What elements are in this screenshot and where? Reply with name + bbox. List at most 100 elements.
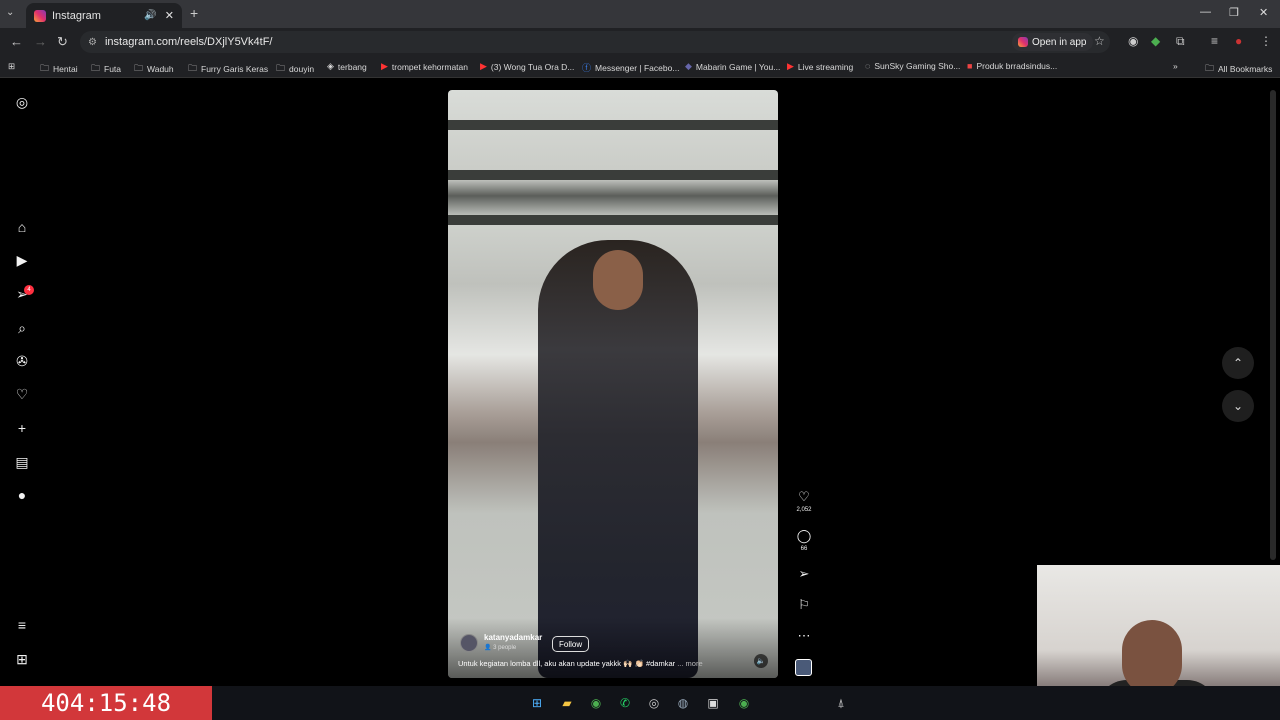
comment-button[interactable]: ◯ 66 [794,528,814,552]
bookmark-item[interactable]: 🗀 douyin [276,61,314,77]
bookmarks-bar: ⊞ 🗀 Hentai 🗀 Futa 🗀 Waduh 🗀 Furry Garis Kera… [0,56,1280,78]
bookmark-item[interactable]: ⓕ Messenger | Facebo... [582,61,679,74]
folder-icon: 🗀 [91,63,101,73]
create-plus-icon[interactable]: + [12,418,32,438]
forward-icon[interactable]: → [34,34,47,49]
bookmark-label: Hentai [53,64,78,74]
reel-video[interactable]: katanyadamkar 👤 3 people Follow Untuk ke… [448,90,778,678]
tray-icon[interactable]: ⍋ [832,694,850,712]
comment-count: 66 [800,546,808,552]
bookmark-item[interactable]: ▶ trompet kehormatan [381,61,468,72]
tab-instagram[interactable]: Instagram 🔊 ✕ [26,3,182,28]
menu-kebab-icon[interactable]: ⋮ [1260,34,1272,48]
folder-icon: 🗀 [134,63,144,73]
close-tab-icon[interactable]: ✕ [165,9,174,22]
chrome-icon[interactable]: ◉ [587,694,605,712]
dashboard-icon[interactable]: ▤ [12,452,32,472]
video-subject [538,240,698,678]
minimize-icon[interactable]: — [1200,6,1211,18]
next-reel-button[interactable]: ⌄ [1222,390,1254,422]
folder-icon: 🗀 [40,63,50,73]
folder-icon: 🗀 [276,63,286,73]
bookmark-label: terbang [337,61,367,72]
bookmark-item[interactable]: ■ Produk brradsindus... [967,61,1057,71]
tagged-people-label: 3 people [493,645,517,651]
profile-avatar-icon[interactable]: ● [12,485,32,505]
bookmark-item[interactable]: ◌ SunSky Gaming Sho... [865,61,960,71]
youtube-icon: ▶ [381,61,388,71]
home-icon[interactable]: ⌂ [12,217,32,237]
caption-more[interactable]: ... more [677,659,702,668]
extension-icon-2[interactable]: ◆ [1151,34,1160,48]
reel-caption[interactable]: Untuk kegiatan lomba dll, aku akan updat… [458,659,703,668]
restore-icon[interactable]: ❐ [1229,6,1239,19]
search-icon[interactable]: ⌕ [12,318,32,338]
bookmark-label: SunSky Gaming Sho... [874,61,961,71]
open-in-app-label: Open in app [1032,36,1087,48]
reload-icon[interactable]: ↻ [57,34,68,50]
bookmark-item[interactable]: ◈ terbang [327,61,367,72]
site-info-icon[interactable]: ⚙ [88,37,97,48]
save-button[interactable]: ⚐ [794,597,814,613]
shop-icon: ■ [967,61,973,71]
bookmark-item[interactable]: 🗀 Waduh [134,61,174,77]
author-avatar[interactable] [460,634,478,652]
whatsapp-icon[interactable]: ✆ [616,694,634,712]
profile-avatar[interactable]: ● [1235,34,1242,48]
windows-start-icon[interactable]: ⊞ [528,694,546,712]
instagram-icon [1018,37,1028,47]
bookmark-item[interactable]: 🗀 Futa [91,61,121,77]
like-button[interactable]: ♡ 2,052 [794,489,814,513]
author-username[interactable]: katanyadamkar [484,633,542,642]
steam-icon[interactable]: ◍ [674,694,692,712]
folder-icon: 🗀 [1205,63,1215,73]
bookmark-item[interactable]: ▶ Live streaming [787,61,853,72]
audio-thumbnail[interactable] [795,659,812,676]
apps-grid-icon[interactable]: ⊞ [8,61,15,72]
follow-button[interactable]: Follow [552,636,590,652]
obs-icon[interactable]: ◎ [645,694,663,712]
file-explorer-icon[interactable]: ▰ [558,694,576,712]
bookmark-star-icon[interactable]: ☆ [1094,34,1105,48]
instagram-logo-icon[interactable]: ◎ [12,92,32,112]
speaker-icon[interactable]: 🔊 [144,10,156,21]
bookmark-label: Futa [104,64,122,74]
bookmark-label: Live streaming [797,61,854,72]
more-menu-icon[interactable]: ≡ [12,615,32,635]
bookmark-item[interactable]: 🗀 Furry Garis Keras [188,61,268,77]
more-options-button[interactable]: ⋯ [794,628,814,644]
background-truss [448,170,778,180]
reels-icon[interactable]: ▶ [12,250,32,270]
facebook-icon: ⓕ [582,63,592,73]
all-bookmarks-item[interactable]: 🗀 All Bookmarks [1205,61,1272,77]
more-dots-icon: ⋯ [797,628,811,643]
also-from-meta-icon[interactable]: ⊞ [12,649,32,669]
more-bookmarks-icon[interactable]: » [1173,61,1178,71]
media-control-icon[interactable]: ≡ [1211,34,1218,48]
explore-icon[interactable]: ✇ [12,351,32,371]
tagged-people[interactable]: 👤 3 people [484,644,516,651]
address-bar[interactable]: ⚙ instagram.com/reels/DXjlY5Vk4tF/ [80,31,1110,53]
extension-icon[interactable]: ◉ [1128,34,1138,48]
site-icon: ◆ [685,61,692,71]
bookmark-label: Mabarin Game | You... [695,61,781,72]
share-button[interactable]: ➢ [794,566,814,582]
back-icon[interactable]: ← [10,34,23,49]
bookmark-item[interactable]: 🗀 Hentai [40,61,78,77]
notifications-heart-icon[interactable]: ♡ [12,384,32,404]
mute-toggle-icon[interactable]: 🔈 [754,654,768,668]
page-scrollbar[interactable] [1270,90,1276,560]
close-window-icon[interactable]: ✕ [1259,6,1268,19]
caption-text: Untuk kegiatan lomba dll, aku akan updat… [458,659,676,668]
bookmark-item[interactable]: ◆ Mabarin Game | You... [685,61,780,72]
open-in-app-button[interactable]: Open in app [1012,33,1093,51]
extensions-puzzle-icon[interactable]: ⧉ [1176,34,1185,49]
new-tab-icon[interactable]: + [190,5,198,21]
previous-reel-button[interactable]: ⌃ [1222,347,1254,379]
app-icon[interactable]: ▣ [704,694,722,712]
bookmark-item[interactable]: ▶ (3) Wong Tua Ora D... [480,61,574,72]
bookmark-icon: ⚐ [798,597,810,612]
chrome-profile-icon[interactable]: ◉ [735,694,753,712]
youtube-icon: ▶ [480,61,487,71]
tab-search-icon[interactable]: ⌄ [6,7,14,18]
